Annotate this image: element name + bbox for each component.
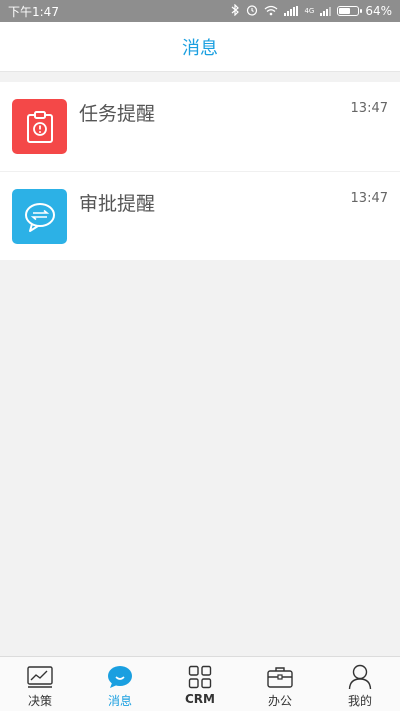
tab-label: 办公 (267, 694, 292, 708)
battery-percent: 64% (365, 4, 392, 18)
grid-squares-icon (187, 664, 213, 690)
status-time: 下午1:47 (8, 4, 59, 19)
bluetooth-icon (231, 3, 240, 18)
tab-office[interactable]: 办公 (240, 657, 320, 711)
alarm-clock-icon (246, 4, 258, 18)
signal-2-icon (320, 6, 332, 16)
message-item-time: 13:47 (350, 101, 388, 116)
chart-line-icon (27, 664, 53, 690)
status-icons: 4G 64% (231, 3, 392, 18)
signal-icon (284, 6, 299, 16)
message-item-title: 任务提醒 (79, 103, 156, 125)
network-type-label: 4G (304, 6, 315, 15)
briefcase-icon (267, 664, 293, 690)
bottom-tab-bar: 决策 消息 CRM 办公 我的 (0, 656, 400, 711)
tab-decision[interactable]: 决策 (0, 657, 80, 711)
message-item-title: 审批提醒 (79, 193, 156, 215)
tab-label: 决策 (27, 694, 52, 708)
tab-label: CRM (185, 692, 215, 706)
battery-fill (339, 8, 351, 14)
status-bar: 下午1:47 4G 64% (0, 0, 400, 22)
message-item-task[interactable]: 任务提醒 13:47 (0, 82, 400, 171)
header-bar: 消息 (0, 22, 400, 72)
message-list: 任务提醒 13:47 审批提醒 13:47 (0, 82, 400, 260)
tab-messages[interactable]: 消息 (80, 657, 160, 711)
task-clipboard-icon (12, 99, 67, 154)
tab-crm[interactable]: CRM (160, 657, 240, 711)
battery-icon (337, 6, 363, 16)
tab-label: 我的 (347, 694, 372, 708)
message-item-approval[interactable]: 审批提醒 13:47 (0, 171, 400, 260)
approval-chat-icon (12, 189, 67, 244)
message-bubble-icon (107, 664, 133, 690)
tab-label: 消息 (107, 694, 132, 708)
page-title: 消息 (182, 37, 218, 59)
message-item-time: 13:47 (350, 191, 388, 206)
tab-mine[interactable]: 我的 (320, 657, 400, 711)
wifi-icon (264, 5, 278, 18)
person-icon (347, 664, 373, 690)
